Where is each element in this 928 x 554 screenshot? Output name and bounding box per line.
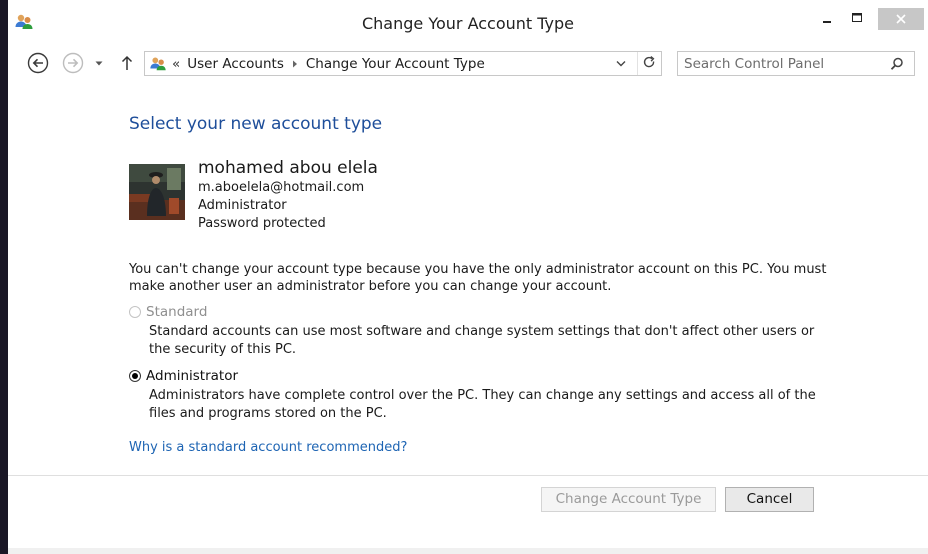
window-title: Change Your Account Type [361,14,575,33]
administrator-label[interactable]: Administrator [146,368,238,384]
close-icon [896,14,906,24]
back-button[interactable] [26,51,50,75]
breadcrumb: « User Accounts Change Your Account Type [145,52,485,75]
standard-description: Standard accounts can use most software … [149,324,815,357]
breadcrumb-separator-icon[interactable] [291,59,299,69]
chevron-down-icon [616,61,626,67]
window-bottom-edge [8,548,928,554]
breadcrumb-user-accounts[interactable]: User Accounts [187,56,284,72]
user-name: mohamed abou elela [198,158,378,178]
administrator-option[interactable]: Administrator [129,367,238,385]
close-button[interactable] [878,8,924,30]
minimize-button[interactable] [816,4,838,30]
refresh-button[interactable] [637,52,662,75]
standard-radio[interactable] [129,306,141,318]
breadcrumb-current[interactable]: Change Your Account Type [306,56,485,72]
search-input[interactable] [684,54,880,73]
administrator-radio[interactable] [129,370,141,382]
breadcrumb-overflow[interactable]: « [172,56,180,72]
change-account-type-button[interactable]: Change Account Type [541,487,716,512]
recent-locations-button[interactable] [92,51,106,75]
search-icon[interactable] [888,55,906,73]
forward-button[interactable] [61,51,85,75]
standard-label[interactable]: Standard [146,304,207,320]
refresh-icon [643,56,655,68]
page-title: Select your new account type [129,114,383,134]
up-arrow-icon [121,55,133,70]
user-accounts-icon [149,55,167,73]
address-bar[interactable]: « User Accounts Change Your Account Type [144,51,662,76]
user-account-type: Administrator [198,198,287,213]
footer-divider [8,475,928,476]
chevron-down-icon [95,61,103,66]
navigation-bar: « User Accounts Change Your Account Type [8,47,928,81]
user-password-status: Password protected [198,216,326,231]
search-box[interactable] [677,51,915,76]
address-history-button[interactable] [611,52,631,75]
main-content: Select your new account type mohamed abo… [8,82,928,462]
user-email: m.aboelela@hotmail.com [198,180,365,195]
forward-arrow-icon [62,52,84,74]
administrator-description: Administrators have complete control ove… [149,388,816,421]
notice-text: You can't change your account type becau… [129,262,827,294]
control-panel-window: Change Your Account Type « User Accounts… [8,0,928,554]
why-standard-link[interactable]: Why is a standard account recommended? [129,440,407,455]
standard-option[interactable]: Standard [129,303,207,321]
avatar [129,164,185,220]
maximize-button[interactable] [846,4,868,30]
up-button[interactable] [118,51,136,75]
cancel-button[interactable]: Cancel [725,487,814,512]
title-bar: Change Your Account Type [8,0,928,46]
back-arrow-icon [27,52,49,74]
